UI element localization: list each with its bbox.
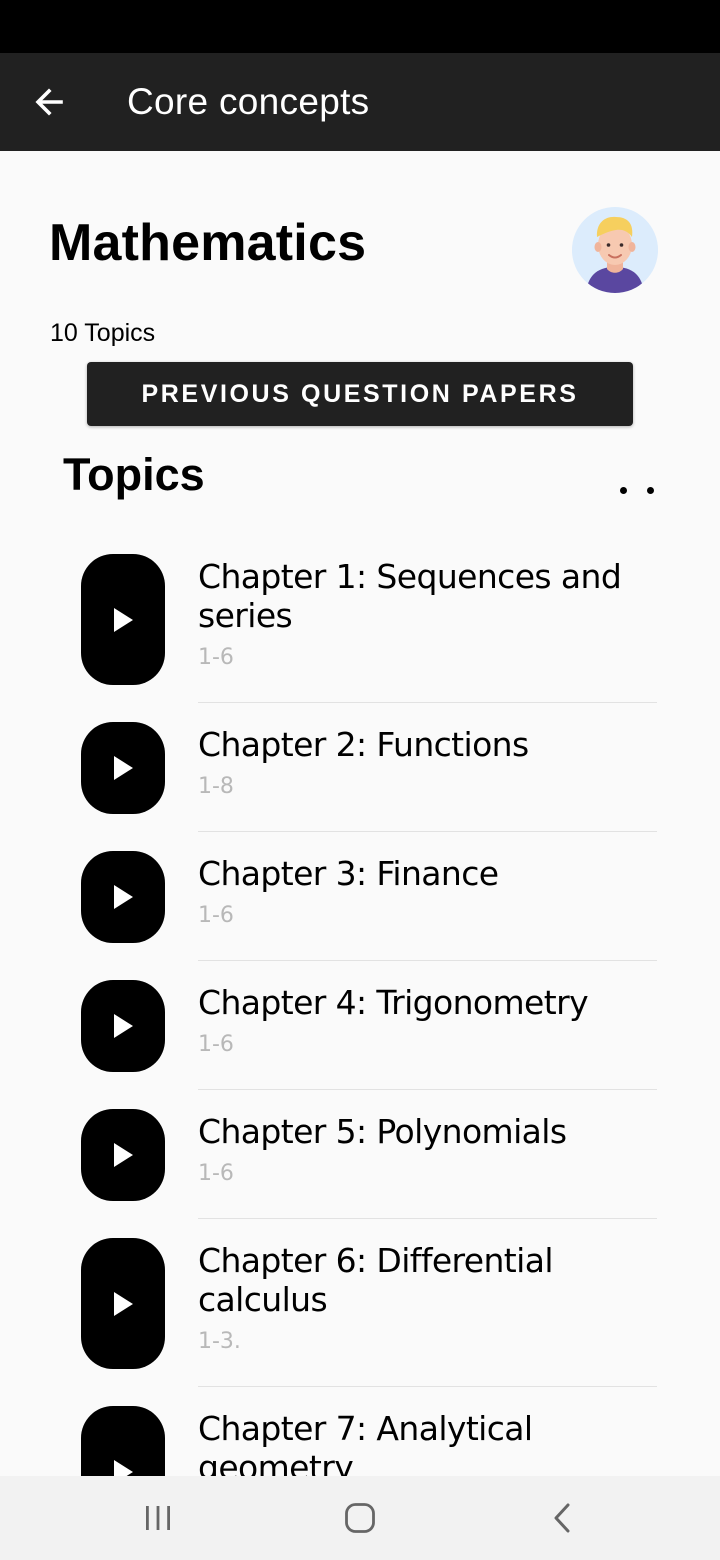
chapter-range: 1-3. [198, 1329, 241, 1354]
chapter-item[interactable]: Chapter 3: Finance 1-6 [0, 832, 720, 961]
topics-heading: Topics [63, 449, 205, 500]
play-tile[interactable] [81, 980, 165, 1072]
play-icon [114, 885, 133, 909]
recent-apps-button[interactable] [98, 1476, 218, 1560]
play-tile[interactable] [81, 554, 165, 685]
play-icon [114, 1291, 133, 1316]
chapter-item[interactable]: Chapter 1: Sequences and series 1-6 [0, 541, 720, 703]
play-icon [114, 1014, 133, 1038]
home-button[interactable] [300, 1476, 420, 1560]
more-options-button[interactable] [610, 469, 660, 509]
avatar[interactable] [572, 207, 658, 293]
chapter-item[interactable]: Chapter 5: Polynomials 1-6 [0, 1090, 720, 1219]
play-icon [114, 607, 133, 632]
recent-apps-icon [146, 1506, 170, 1530]
main-content[interactable]: Mathematics 10 Topics PREVIOUS QUESTION … [0, 151, 720, 1476]
subject-title: Mathematics [49, 214, 367, 272]
back-button[interactable] [22, 77, 76, 127]
play-icon [114, 1459, 133, 1476]
more-options-icon-dot [647, 487, 654, 494]
chapter-range: 1-8 [198, 774, 234, 799]
play-icon [114, 756, 133, 780]
arrow-left-icon [35, 88, 63, 116]
chapter-list: Chapter 1: Sequences and series 1-6 Chap… [0, 541, 720, 1476]
play-tile[interactable] [81, 1406, 165, 1476]
chapter-title: Chapter 3: Finance [198, 854, 499, 893]
chapter-item[interactable]: Chapter 2: Functions 1-8 [0, 703, 720, 832]
app-bar: Core concepts [0, 53, 720, 151]
chapter-range: 1-6 [198, 1032, 234, 1057]
chapter-range: 1-6 [198, 645, 234, 670]
chapter-title: Chapter 5: Polynomials [198, 1112, 567, 1151]
more-options-icon [620, 487, 627, 494]
chapter-item[interactable]: Chapter 6: Differential calculus 1-3. [0, 1219, 720, 1387]
chapter-title: Chapter 6: Differential calculus [198, 1241, 554, 1319]
topics-count: 10 Topics [50, 319, 156, 347]
previous-question-papers-button[interactable]: PREVIOUS QUESTION PAPERS [87, 362, 633, 426]
status-bar [0, 0, 720, 53]
chapter-item[interactable]: Chapter 7: Analytical geometry [0, 1387, 720, 1476]
chapter-title: Chapter 4: Trigonometry [198, 983, 589, 1022]
user-avatar-icon [572, 207, 658, 293]
play-tile[interactable] [81, 851, 165, 943]
chapter-range: 1-6 [198, 903, 234, 928]
app-title: Core concepts [127, 81, 370, 122]
chapter-title: Chapter 7: Analytical geometry [198, 1409, 533, 1476]
play-tile[interactable] [81, 1238, 165, 1369]
chapter-range: 1-6 [198, 1161, 234, 1186]
chapter-title: Chapter 1: Sequences and series [198, 557, 622, 635]
chapter-item[interactable]: Chapter 4: Trigonometry 1-6 [0, 961, 720, 1090]
chapter-title: Chapter 2: Functions [198, 725, 529, 764]
system-nav-bar [0, 1476, 720, 1560]
play-icon [114, 1143, 133, 1167]
play-tile[interactable] [81, 722, 165, 814]
home-icon [345, 1503, 375, 1533]
back-chevron-icon [554, 1503, 570, 1533]
system-back-button[interactable] [502, 1476, 622, 1560]
play-tile[interactable] [81, 1109, 165, 1201]
